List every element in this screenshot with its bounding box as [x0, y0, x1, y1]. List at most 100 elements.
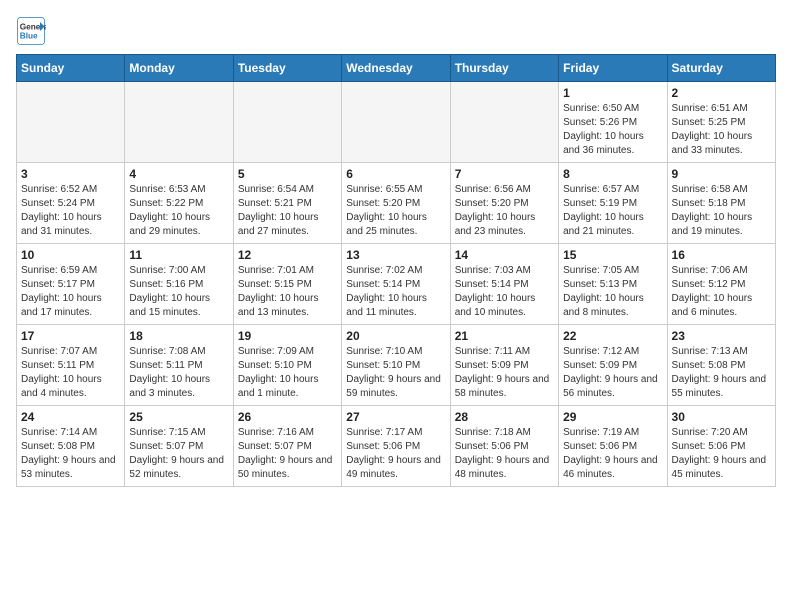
day-number: 21	[455, 329, 554, 343]
calendar-cell	[17, 82, 125, 163]
day-number: 23	[672, 329, 771, 343]
day-number: 13	[346, 248, 445, 262]
day-info: Sunrise: 7:08 AM Sunset: 5:11 PM Dayligh…	[129, 345, 228, 401]
day-info: Sunrise: 7:02 AM Sunset: 5:14 PM Dayligh…	[346, 264, 445, 320]
calendar-cell: 23 Sunrise: 7:13 AM Sunset: 5:08 PM Dayli…	[667, 325, 775, 406]
day-number: 15	[563, 248, 662, 262]
page-header: General Blue	[16, 16, 776, 46]
calendar-cell: 28 Sunrise: 7:18 AM Sunset: 5:06 PM Dayli…	[450, 406, 558, 487]
day-number: 1	[563, 86, 662, 100]
calendar-cell	[342, 82, 450, 163]
day-info: Sunrise: 6:56 AM Sunset: 5:20 PM Dayligh…	[455, 183, 554, 239]
day-number: 18	[129, 329, 228, 343]
day-number: 10	[21, 248, 120, 262]
calendar-table: SundayMondayTuesdayWednesdayThursdayFrid…	[16, 54, 776, 487]
calendar-cell: 26Sunrise: 7:16 AM Sunset: 5:07 PM Dayli…	[233, 406, 341, 487]
calendar-cell: 18 Sunrise: 7:08 AM Sunset: 5:11 PM Dayli…	[125, 325, 233, 406]
day-info: Sunrise: 7:05 AM Sunset: 5:13 PM Dayligh…	[563, 264, 662, 320]
calendar-cell: 3Sunrise: 6:52 AM Sunset: 5:24 PM Daylig…	[17, 163, 125, 244]
calendar-cell: 8 Sunrise: 6:57 AM Sunset: 5:19 PM Daylig…	[559, 163, 667, 244]
calendar-cell: 21 Sunrise: 7:11 AM Sunset: 5:09 PM Dayli…	[450, 325, 558, 406]
day-info: Sunrise: 7:14 AM Sunset: 5:08 PM Dayligh…	[21, 426, 120, 482]
day-info: Sunrise: 7:15 AM Sunset: 5:07 PM Dayligh…	[129, 426, 228, 482]
day-info: Sunrise: 6:59 AM Sunset: 5:17 PM Dayligh…	[21, 264, 120, 320]
calendar-cell: 1 Sunrise: 6:50 AM Sunset: 5:26 PM Daylig…	[559, 82, 667, 163]
day-info: Sunrise: 6:58 AM Sunset: 5:18 PM Dayligh…	[672, 183, 771, 239]
day-info: Sunrise: 6:50 AM Sunset: 5:26 PM Dayligh…	[563, 102, 662, 158]
calendar-cell: 15 Sunrise: 7:05 AM Sunset: 5:13 PM Dayli…	[559, 244, 667, 325]
day-header-thursday: Thursday	[450, 55, 558, 82]
calendar-cell: 10 Sunrise: 6:59 AM Sunset: 5:17 PM Dayli…	[17, 244, 125, 325]
day-number: 5	[238, 167, 337, 181]
day-header-wednesday: Wednesday	[342, 55, 450, 82]
calendar-cell: 2 Sunrise: 6:51 AM Sunset: 5:25 PM Daylig…	[667, 82, 775, 163]
calendar-cell: 30Sunrise: 7:20 AM Sunset: 5:06 PM Dayli…	[667, 406, 775, 487]
day-info: Sunrise: 7:07 AM Sunset: 5:11 PM Dayligh…	[21, 345, 120, 401]
day-info: Sunrise: 7:10 AM Sunset: 5:10 PM Dayligh…	[346, 345, 445, 401]
day-info: Sunrise: 7:19 AM Sunset: 5:06 PM Dayligh…	[563, 426, 662, 482]
day-number: 4	[129, 167, 228, 181]
calendar-cell: 19 Sunrise: 7:09 AM Sunset: 5:10 PM Dayli…	[233, 325, 341, 406]
calendar-week-row: 17 Sunrise: 7:07 AM Sunset: 5:11 PM Dayli…	[17, 325, 776, 406]
logo: General Blue	[16, 16, 46, 46]
day-number: 28	[455, 410, 554, 424]
day-info: Sunrise: 7:20 AM Sunset: 5:06 PM Dayligh…	[672, 426, 771, 482]
calendar-cell: 12 Sunrise: 7:01 AM Sunset: 5:15 PM Dayli…	[233, 244, 341, 325]
calendar-week-row: 3Sunrise: 6:52 AM Sunset: 5:24 PM Daylig…	[17, 163, 776, 244]
calendar-cell: 9 Sunrise: 6:58 AM Sunset: 5:18 PM Daylig…	[667, 163, 775, 244]
day-header-sunday: Sunday	[17, 55, 125, 82]
day-number: 3	[21, 167, 120, 181]
day-header-saturday: Saturday	[667, 55, 775, 82]
calendar-cell: 22Sunrise: 7:12 AM Sunset: 5:09 PM Dayli…	[559, 325, 667, 406]
day-info: Sunrise: 7:00 AM Sunset: 5:16 PM Dayligh…	[129, 264, 228, 320]
day-info: Sunrise: 7:06 AM Sunset: 5:12 PM Dayligh…	[672, 264, 771, 320]
calendar-cell: 27 Sunrise: 7:17 AM Sunset: 5:06 PM Dayli…	[342, 406, 450, 487]
calendar-cell	[125, 82, 233, 163]
logo-icon: General Blue	[16, 16, 46, 46]
day-number: 19	[238, 329, 337, 343]
calendar-cell: 13 Sunrise: 7:02 AM Sunset: 5:14 PM Dayli…	[342, 244, 450, 325]
calendar-cell: 14Sunrise: 7:03 AM Sunset: 5:14 PM Dayli…	[450, 244, 558, 325]
day-number: 25	[129, 410, 228, 424]
calendar-cell: 5 Sunrise: 6:54 AM Sunset: 5:21 PM Daylig…	[233, 163, 341, 244]
day-info: Sunrise: 7:18 AM Sunset: 5:06 PM Dayligh…	[455, 426, 554, 482]
day-number: 9	[672, 167, 771, 181]
calendar-cell	[450, 82, 558, 163]
calendar-cell	[233, 82, 341, 163]
day-header-monday: Monday	[125, 55, 233, 82]
day-number: 8	[563, 167, 662, 181]
svg-text:Blue: Blue	[20, 32, 38, 41]
day-number: 16	[672, 248, 771, 262]
calendar-week-row: 1 Sunrise: 6:50 AM Sunset: 5:26 PM Daylig…	[17, 82, 776, 163]
day-info: Sunrise: 7:09 AM Sunset: 5:10 PM Dayligh…	[238, 345, 337, 401]
day-header-friday: Friday	[559, 55, 667, 82]
day-number: 29	[563, 410, 662, 424]
calendar-body: 1 Sunrise: 6:50 AM Sunset: 5:26 PM Daylig…	[17, 82, 776, 487]
day-info: Sunrise: 7:11 AM Sunset: 5:09 PM Dayligh…	[455, 345, 554, 401]
day-number: 24	[21, 410, 120, 424]
day-number: 20	[346, 329, 445, 343]
day-info: Sunrise: 7:03 AM Sunset: 5:14 PM Dayligh…	[455, 264, 554, 320]
day-number: 11	[129, 248, 228, 262]
day-info: Sunrise: 6:51 AM Sunset: 5:25 PM Dayligh…	[672, 102, 771, 158]
day-info: Sunrise: 6:57 AM Sunset: 5:19 PM Dayligh…	[563, 183, 662, 239]
calendar-cell: 11 Sunrise: 7:00 AM Sunset: 5:16 PM Dayli…	[125, 244, 233, 325]
day-number: 12	[238, 248, 337, 262]
calendar-cell: 20 Sunrise: 7:10 AM Sunset: 5:10 PM Dayli…	[342, 325, 450, 406]
day-info: Sunrise: 6:55 AM Sunset: 5:20 PM Dayligh…	[346, 183, 445, 239]
day-number: 2	[672, 86, 771, 100]
day-info: Sunrise: 7:13 AM Sunset: 5:08 PM Dayligh…	[672, 345, 771, 401]
day-number: 7	[455, 167, 554, 181]
day-info: Sunrise: 6:54 AM Sunset: 5:21 PM Dayligh…	[238, 183, 337, 239]
calendar-cell: 24 Sunrise: 7:14 AM Sunset: 5:08 PM Dayli…	[17, 406, 125, 487]
day-number: 22	[563, 329, 662, 343]
day-info: Sunrise: 7:17 AM Sunset: 5:06 PM Dayligh…	[346, 426, 445, 482]
calendar-cell: 7 Sunrise: 6:56 AM Sunset: 5:20 PM Daylig…	[450, 163, 558, 244]
calendar-header-row: SundayMondayTuesdayWednesdayThursdayFrid…	[17, 55, 776, 82]
calendar-cell: 29 Sunrise: 7:19 AM Sunset: 5:06 PM Dayli…	[559, 406, 667, 487]
day-info: Sunrise: 7:01 AM Sunset: 5:15 PM Dayligh…	[238, 264, 337, 320]
calendar-cell: 4Sunrise: 6:53 AM Sunset: 5:22 PM Daylig…	[125, 163, 233, 244]
day-header-tuesday: Tuesday	[233, 55, 341, 82]
day-number: 17	[21, 329, 120, 343]
day-number: 27	[346, 410, 445, 424]
